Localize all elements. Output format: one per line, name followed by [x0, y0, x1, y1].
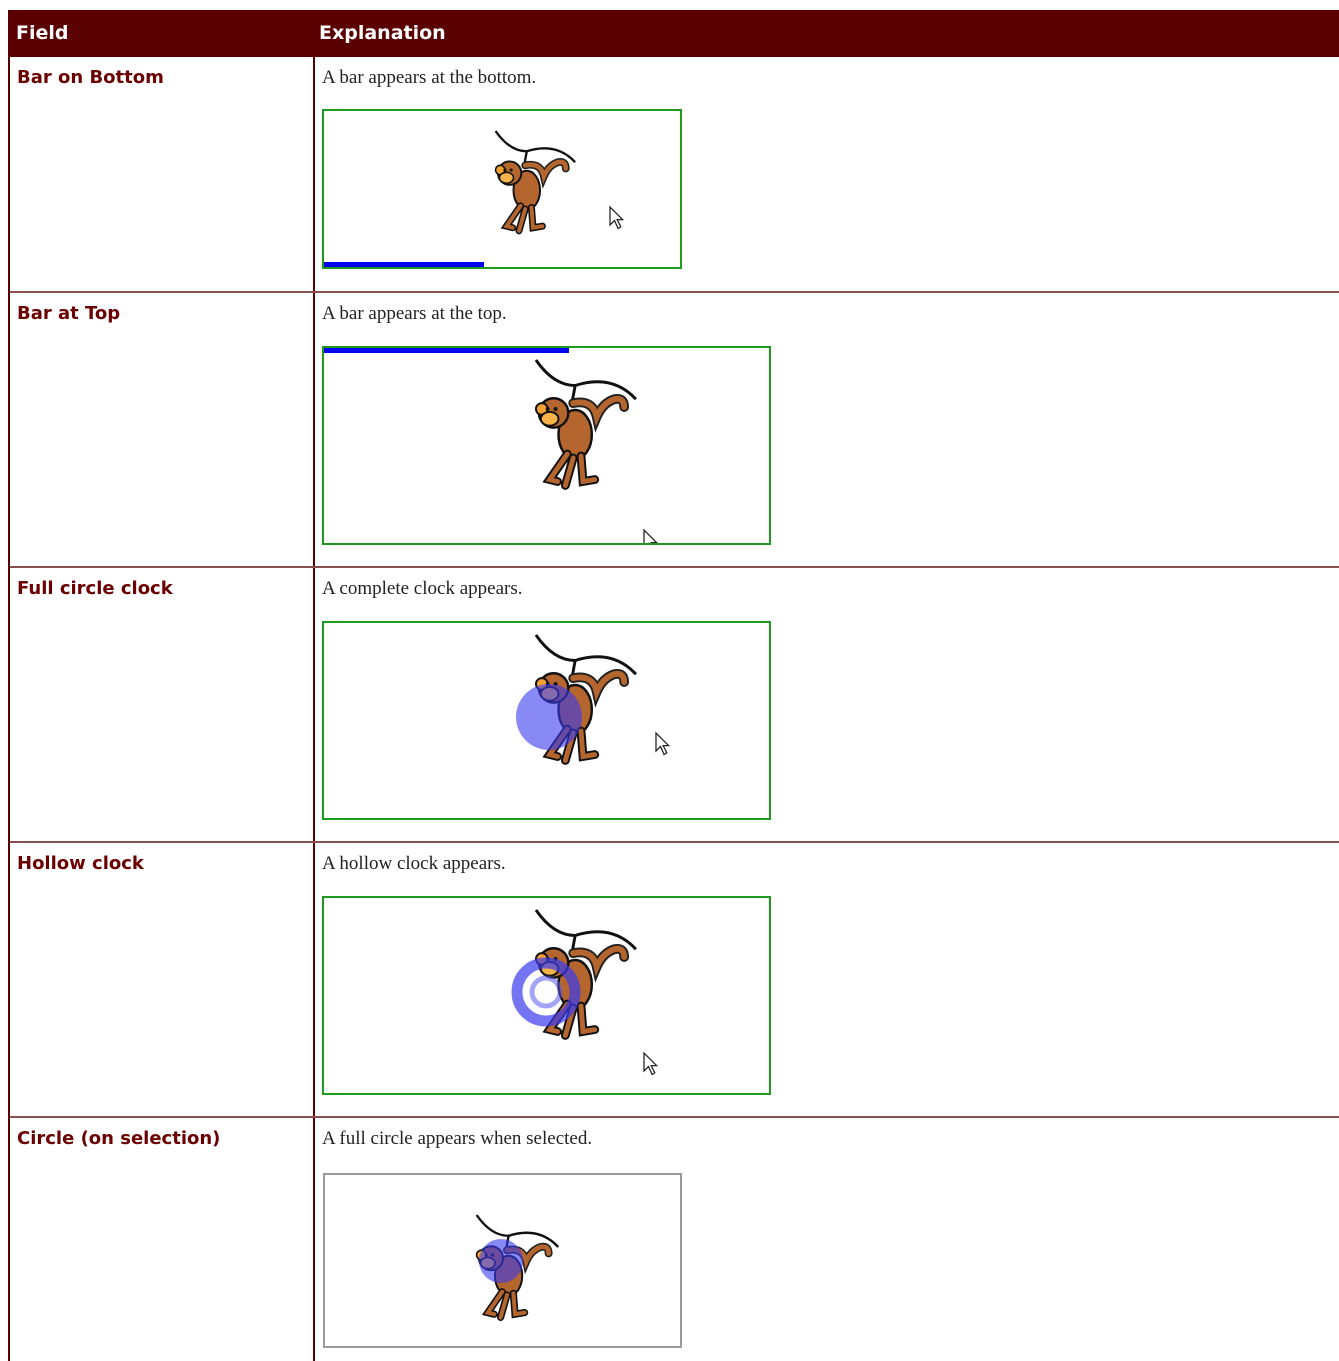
progress-bar-top	[324, 348, 569, 353]
field-name: Bar on Bottom	[17, 67, 164, 88]
example-screenshot	[322, 896, 771, 1095]
table-row: Bar on Bottom A bar appears at the botto…	[10, 57, 1339, 293]
mouse-cursor-icon	[655, 731, 671, 756]
field-explanation: A bar appears at the bottom.	[322, 67, 537, 88]
hollow-clock-inner-ring	[529, 975, 563, 1009]
monkey-illustration	[494, 130, 625, 235]
mouse-cursor-icon	[643, 1051, 659, 1076]
monkey-illustration	[475, 1214, 560, 1322]
mouse-cursor-icon	[609, 205, 625, 230]
table-row: Circle (on selection) A full circle appe…	[10, 1118, 1339, 1361]
field-explanation: A complete clock appears.	[322, 578, 523, 599]
settings-table: Field Explanation Bar on Bottom A bar ap…	[8, 10, 1339, 1361]
clock-indicator	[516, 684, 582, 750]
monkey-illustration	[511, 909, 659, 1076]
header-field: Field	[16, 22, 69, 44]
example-screenshot	[322, 346, 771, 545]
example-screenshot	[323, 1173, 682, 1348]
progress-bar-bottom	[324, 262, 485, 267]
field-name: Bar at Top	[17, 303, 121, 324]
table-row: Bar at Top A bar appears at the top.	[10, 293, 1339, 568]
example-screenshot	[322, 109, 682, 269]
monkey-icon	[494, 130, 576, 235]
field-name: Full circle clock	[17, 578, 173, 599]
field-name: Hollow clock	[17, 853, 144, 874]
table-header: Field Explanation	[10, 10, 1339, 57]
selection-circle-indicator	[479, 1239, 523, 1283]
monkey-illustration	[534, 359, 658, 543]
table-row: Hollow clock A hollow clock appears.	[10, 843, 1339, 1118]
field-explanation: A full circle appears when selected.	[322, 1128, 593, 1149]
table-row: Full circle clock A complete clock appea…	[10, 568, 1339, 843]
monkey-illustration	[516, 634, 671, 765]
header-explanation: Explanation	[319, 22, 446, 44]
field-name: Circle (on selection)	[17, 1128, 221, 1149]
mouse-cursor-icon	[643, 528, 658, 543]
monkey-icon	[534, 359, 637, 490]
field-explanation: A bar appears at the top.	[322, 303, 507, 324]
field-explanation: A hollow clock appears.	[322, 853, 506, 874]
example-screenshot	[322, 621, 771, 820]
